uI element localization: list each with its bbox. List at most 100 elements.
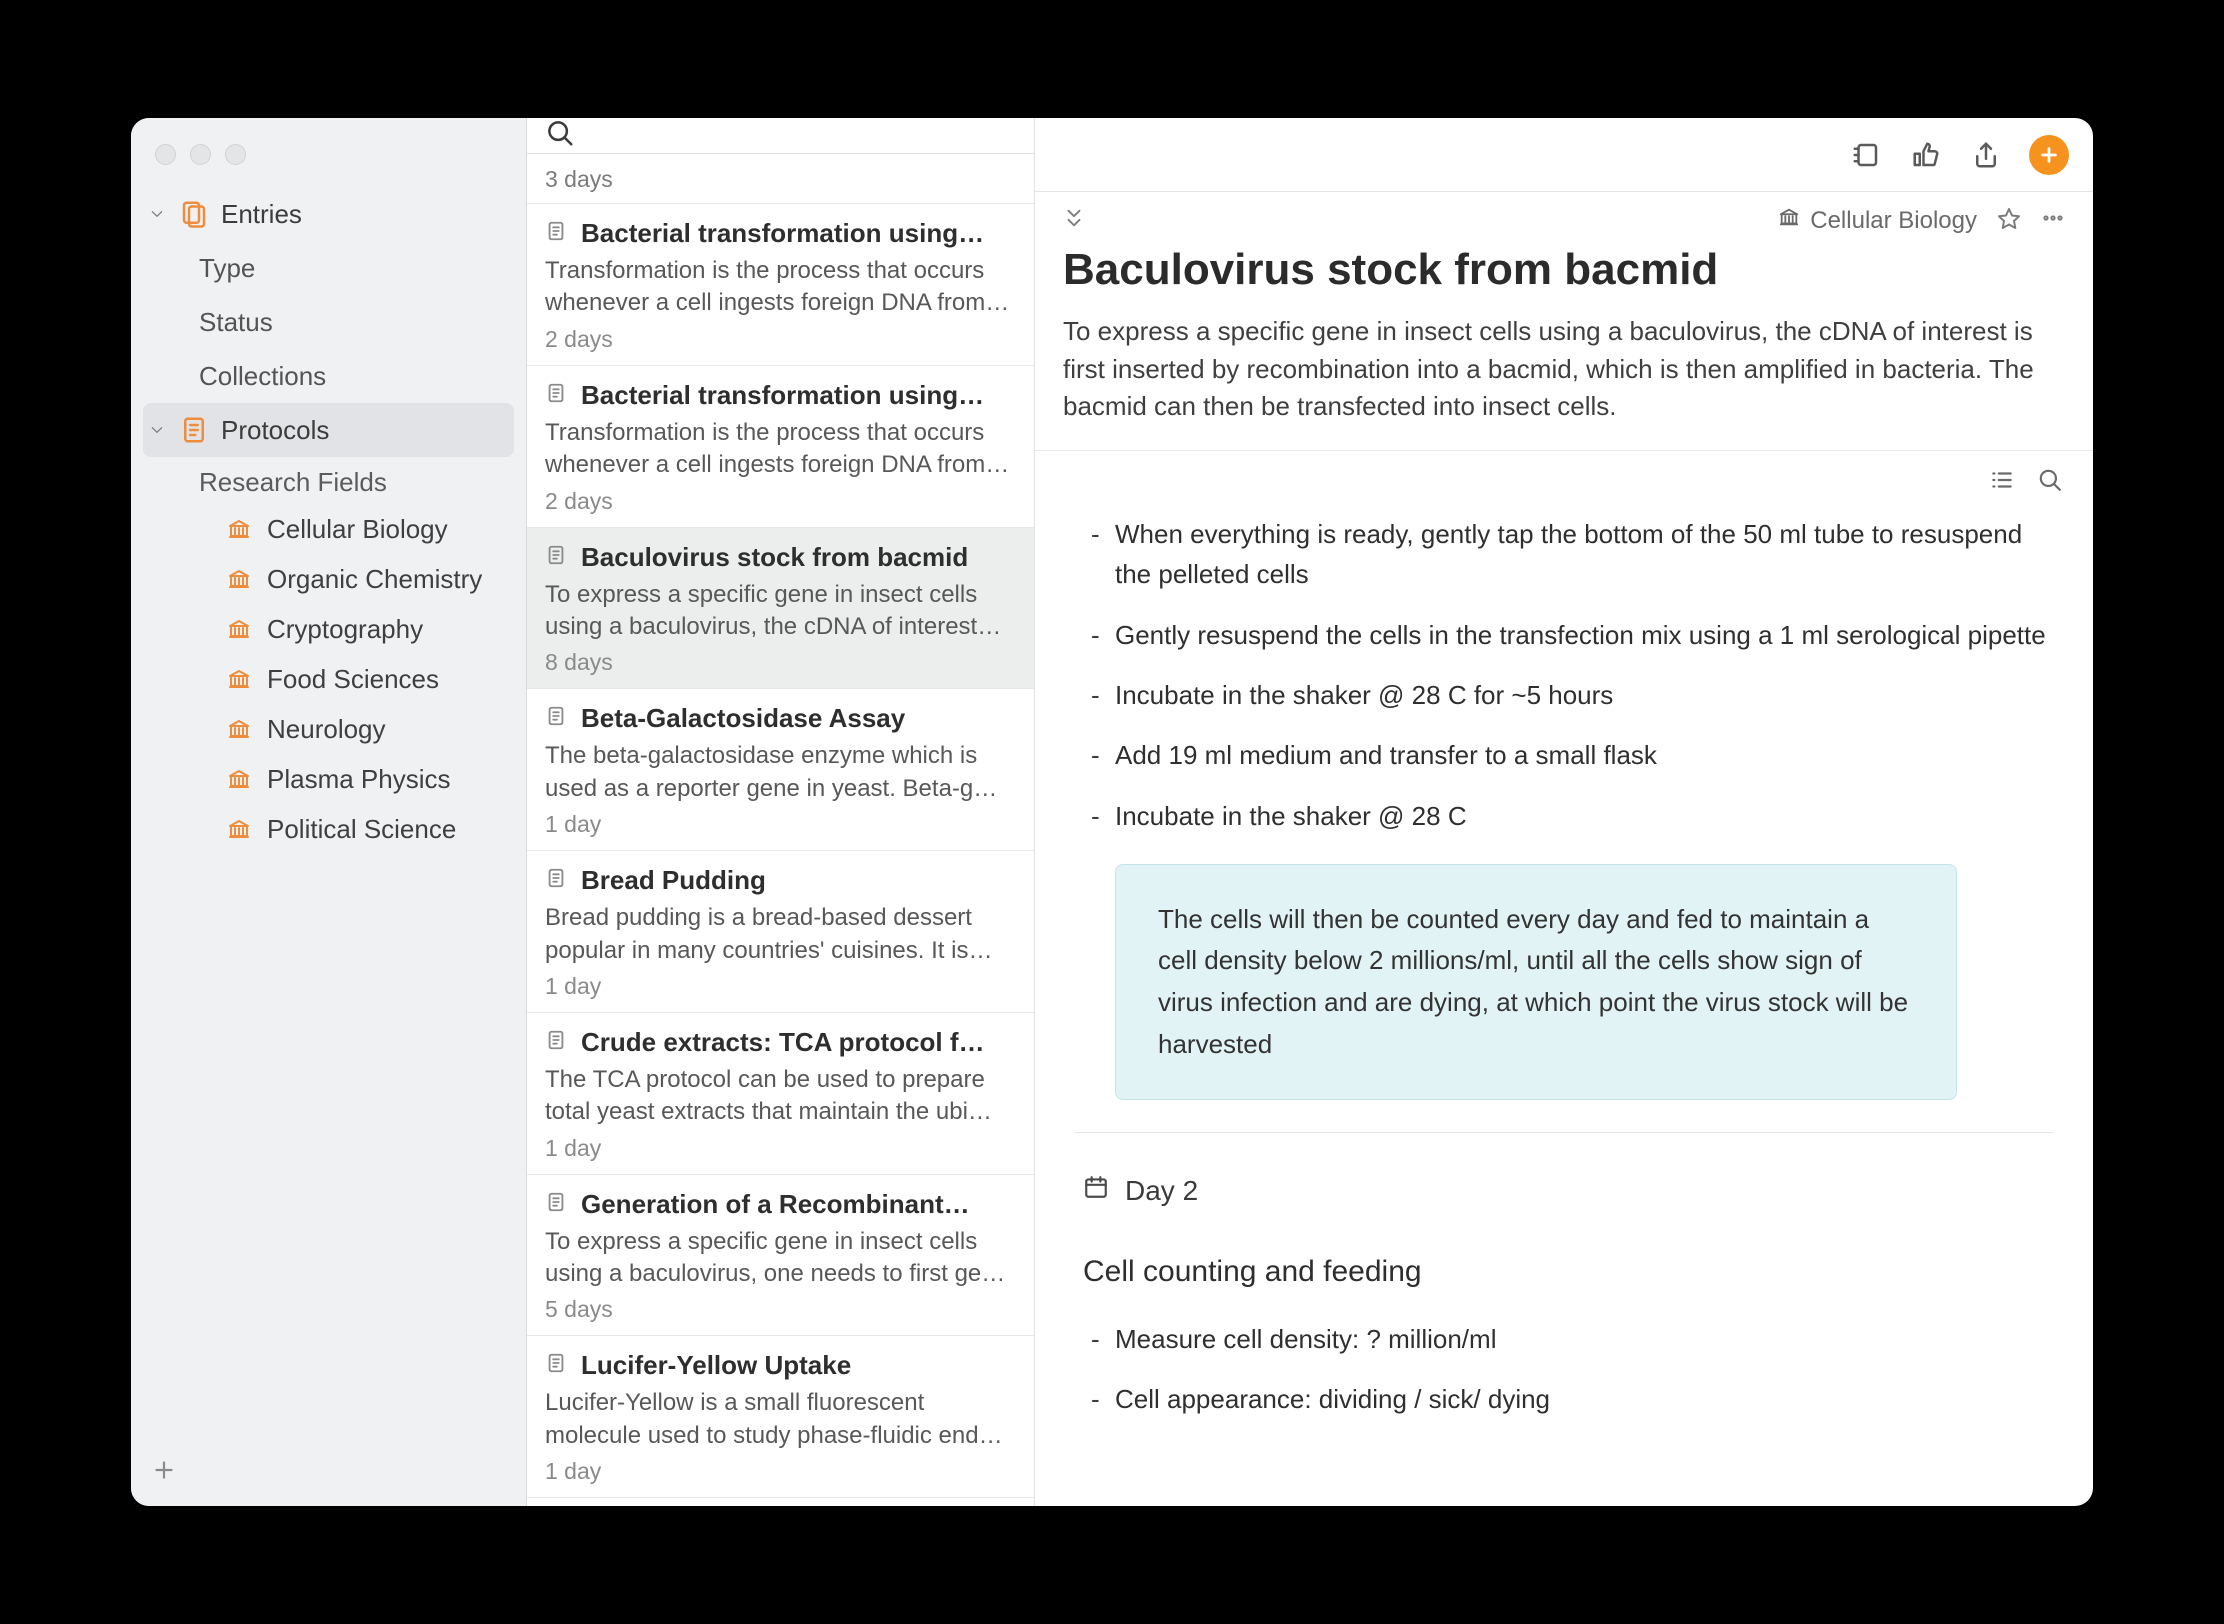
detail-meta-row: Cellular Biology xyxy=(1035,192,2093,235)
section-rule xyxy=(1075,1132,2053,1133)
entry-item[interactable]: Crude extracts: TCA protocol f…The TCA p… xyxy=(527,1013,1034,1175)
sidebar-item-type[interactable]: Type xyxy=(143,241,514,295)
entry-age: 2 days xyxy=(545,488,1016,515)
field-label: Political Science xyxy=(267,814,456,845)
panel-icon[interactable] xyxy=(1849,138,1883,172)
field-cryptography[interactable]: Cryptography xyxy=(143,604,514,654)
search-icon xyxy=(545,118,575,153)
entry-item[interactable]: Bacterial transformation using…Transform… xyxy=(527,204,1034,366)
entry-age: 1 day xyxy=(545,1458,1016,1485)
institution-icon xyxy=(227,667,253,691)
entry-snippet: Bread pudding is a bread-based dessert p… xyxy=(545,902,1016,967)
step-item: Cell appearance: dividing / sick/ dying xyxy=(1115,1379,2053,1419)
sidebar-item-status[interactable]: Status xyxy=(143,295,514,349)
entry-age: 1 day xyxy=(545,973,1016,1000)
document-icon xyxy=(545,1352,567,1379)
more-icon[interactable] xyxy=(2041,206,2065,235)
entries-container: Bacterial transformation using… Transform… xyxy=(527,204,1034,1506)
institution-icon xyxy=(227,767,253,791)
search-in-doc-icon[interactable] xyxy=(2037,467,2063,498)
institution-icon xyxy=(227,617,253,641)
detail-title: Baculovirus stock from bacmid xyxy=(1035,235,2093,313)
field-label: Neurology xyxy=(267,714,386,745)
field-cellular-biology[interactable]: Cellular Biology xyxy=(143,504,514,554)
entry-age: 2 days xyxy=(545,326,1016,353)
add-button[interactable] xyxy=(2029,135,2069,175)
entry-age: 8 days xyxy=(545,649,1016,676)
field-label: Cryptography xyxy=(267,614,423,645)
add-collection-button[interactable] xyxy=(151,1470,177,1487)
step-item: Gently resuspend the cells in the transf… xyxy=(1115,615,2053,655)
sidebar-item-protocols[interactable]: Protocols xyxy=(143,403,514,457)
content-body: When everything is ready, gently tap the… xyxy=(1035,508,2093,1480)
entries-icon xyxy=(179,199,209,229)
outline-icon[interactable] xyxy=(1989,467,2015,498)
entry-title: Bacterial transformation using… xyxy=(581,218,984,249)
detail-pane: Cellular Biology Baculovirus stock from … xyxy=(1035,118,2093,1506)
sidebar-subheader-research-fields[interactable]: Research Fields xyxy=(143,457,514,504)
entry-list-pane: 3 days Bacterial transformation using… Tr… xyxy=(527,118,1035,1506)
field-label: Organic Chemistry xyxy=(267,564,482,595)
toolbar xyxy=(1035,118,2093,192)
field-political-science[interactable]: Political Science xyxy=(143,804,514,854)
day2-steps: Measure cell density: ? million/ml Cell a… xyxy=(1075,1319,2053,1420)
institution-icon xyxy=(227,517,253,541)
entry-snippet: Transformation is the process that occur… xyxy=(545,417,1016,482)
category-chip[interactable]: Cellular Biology xyxy=(1778,206,1977,235)
zoom-window-button[interactable] xyxy=(225,144,246,165)
close-window-button[interactable] xyxy=(155,144,176,165)
entry-snippet: Lucifer-Yellow is a small fluorescent mo… xyxy=(545,1387,1016,1452)
sidebar-label: Entries xyxy=(221,199,302,230)
institution-icon xyxy=(1778,206,1800,235)
detail-description: To express a specific gene in insect cel… xyxy=(1035,313,2093,450)
entry-title: Bread Pudding xyxy=(581,865,766,896)
entry-item[interactable]: Bread Pudding Bread pudding is a bread-ba… xyxy=(527,851,1034,1013)
entry-age: 5 days xyxy=(545,1296,1016,1323)
entry-item[interactable]: Beta-Galactosidase AssayThe beta-galacto… xyxy=(527,689,1034,851)
step-item: When everything is ready, gently tap the… xyxy=(1115,514,2053,595)
document-icon xyxy=(545,1191,567,1218)
thumbs-up-icon[interactable] xyxy=(1909,138,1943,172)
entry-snippet: To express a specific gene in insect cel… xyxy=(545,579,1016,644)
entry-title: Lucifer-Yellow Uptake xyxy=(581,1350,851,1381)
field-label: Cellular Biology xyxy=(267,514,448,545)
entry-age: 1 day xyxy=(545,811,1016,838)
sidebar-item-entries[interactable]: Entries xyxy=(143,187,514,241)
searchbar[interactable] xyxy=(527,118,1034,154)
star-icon[interactable] xyxy=(1997,206,2021,235)
field-plasma-physics[interactable]: Plasma Physics xyxy=(143,754,514,804)
share-icon[interactable] xyxy=(1969,138,2003,172)
app-window: Entries TypeStatusCollections Protocols … xyxy=(131,118,2093,1506)
step-item: Incubate in the shaker @ 28 C for ~5 hou… xyxy=(1115,675,2053,715)
step-item: Measure cell density: ? million/ml xyxy=(1115,1319,2053,1359)
entry-item[interactable]: Generation of a Recombinant…To express a… xyxy=(527,1175,1034,1337)
document-icon xyxy=(545,867,567,894)
category-label: Cellular Biology xyxy=(1810,207,1977,235)
window-controls xyxy=(131,130,526,187)
minimize-window-button[interactable] xyxy=(190,144,211,165)
entry-item[interactable]: MadeleinesThe Madeleine or Petite Madele… xyxy=(527,1498,1034,1506)
calendar-icon xyxy=(1083,1171,1109,1211)
field-label: Food Sciences xyxy=(267,664,439,695)
subheading: Cell counting and feeding xyxy=(1083,1249,2053,1296)
day-heading: Day 2 xyxy=(1083,1169,2053,1212)
sidebar-item-collections[interactable]: Collections xyxy=(143,349,514,403)
sidebar-footer xyxy=(131,1441,526,1506)
field-food-sciences[interactable]: Food Sciences xyxy=(143,654,514,704)
entry-item[interactable]: Baculovirus stock from bacmidTo express … xyxy=(527,528,1034,690)
step-item: Add 19 ml medium and transfer to a small… xyxy=(1115,735,2053,775)
entry-title: Crude extracts: TCA protocol f… xyxy=(581,1027,985,1058)
list-group-label: 3 days xyxy=(527,154,1034,204)
entry-item[interactable]: Lucifer-Yellow Uptake Lucifer-Yellow is a… xyxy=(527,1336,1034,1498)
document-icon xyxy=(545,1029,567,1056)
entry-item[interactable]: Bacterial transformation using…Transform… xyxy=(527,366,1034,528)
sidebar-label: Protocols xyxy=(221,415,329,446)
entry-title: Beta-Galactosidase Assay xyxy=(581,703,905,734)
collapse-icon[interactable] xyxy=(1063,207,1085,234)
document-icon xyxy=(545,705,567,732)
field-organic-chemistry[interactable]: Organic Chemistry xyxy=(143,554,514,604)
institution-icon xyxy=(227,717,253,741)
document-icon xyxy=(545,220,567,247)
entry-age: 1 day xyxy=(545,1135,1016,1162)
field-neurology[interactable]: Neurology xyxy=(143,704,514,754)
